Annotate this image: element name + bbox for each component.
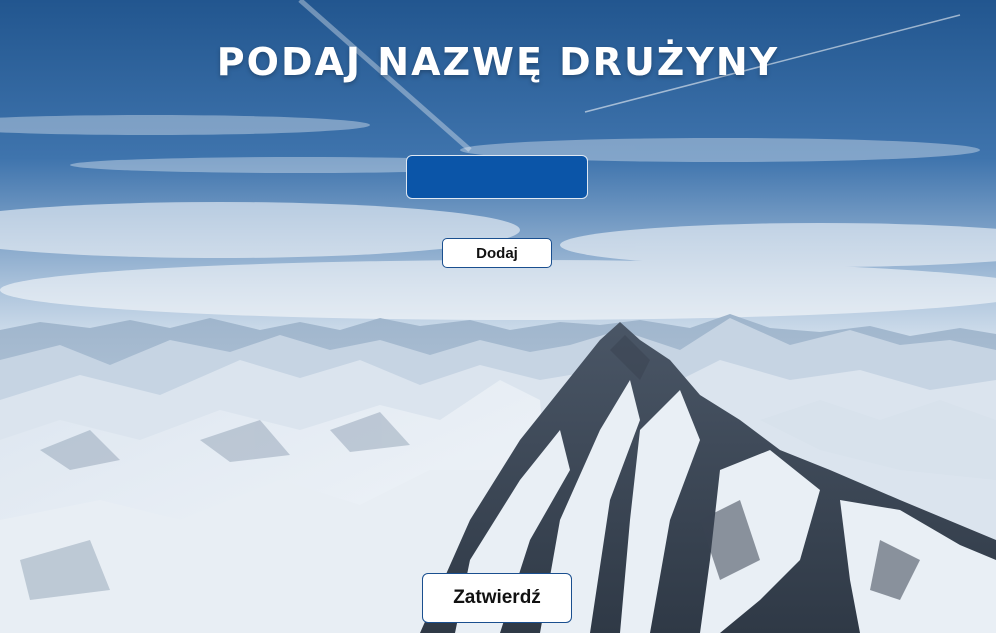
mountain-background-image [0,0,996,633]
confirm-button[interactable]: Zatwierdź [422,573,572,623]
team-name-input[interactable] [406,155,588,199]
add-button[interactable]: Dodaj [442,238,552,268]
page-title: PODAJ NAZWĘ DRUŻYNY [216,40,780,84]
